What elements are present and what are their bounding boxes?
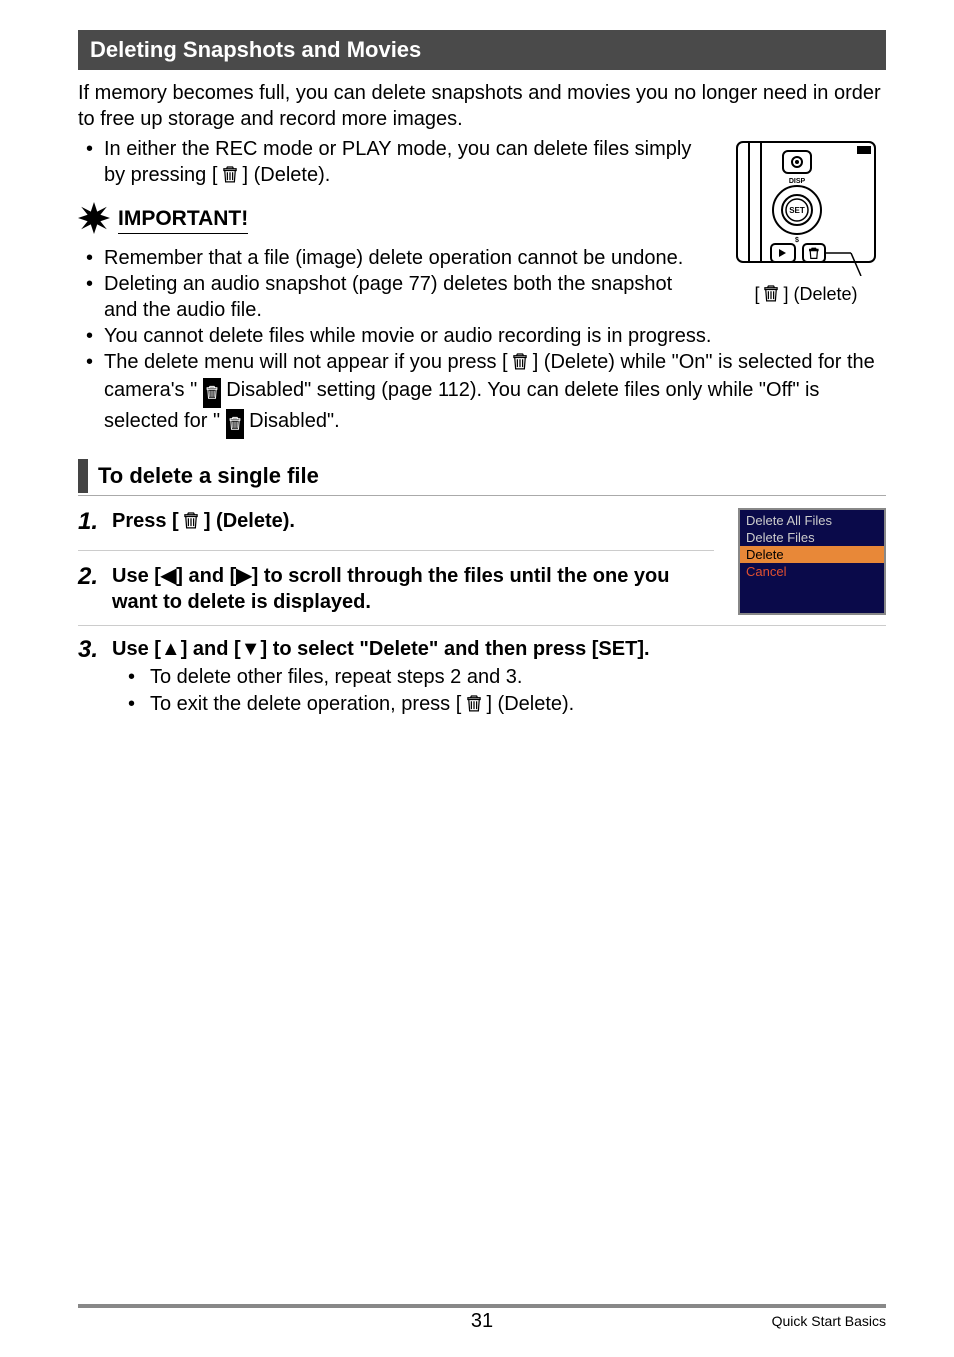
page-footer: 31 Quick Start Basics [78,1304,886,1329]
step-3-sub-2-a: To exit the delete operation, press [ [150,693,461,715]
step-3-sub-1: • To delete other files, repeat steps 2 … [78,664,886,691]
trash-icon [513,351,527,377]
step-1: 1. Press [ ] (Delete). [78,508,714,536]
subsection-title: To delete a single file [98,459,319,493]
important-item-4: • The delete menu will not appear if you… [78,349,886,439]
step-3-sub-2-b: ] (Delete). [486,693,574,715]
trash-icon [223,164,237,190]
important-item-3-text: You cannot delete files while movie or a… [104,323,711,349]
intro-bullet-text-a: In either the REC mode or PLAY mode, you… [104,138,691,186]
menu-item-delete-all: Delete All Files [740,512,884,529]
menu-item-delete-files: Delete Files [740,529,884,546]
step-3: 3. Use [▲] and [▼] to select "Delete" an… [78,636,886,664]
diagram-caption-b: ] (Delete) [784,284,858,304]
svg-text:$: $ [795,237,799,244]
important-item-1: • Remember that a file (image) delete op… [78,245,708,271]
trash-icon [467,693,481,720]
step-2-text: Use [◀] and [▶] to scroll through the fi… [112,563,714,615]
svg-text:DISP: DISP [789,178,806,185]
svg-text:SET: SET [789,206,805,215]
step-1-text-b: ] (Delete). [204,510,295,532]
important-item-1-text: Remember that a file (image) delete oper… [104,245,683,271]
trash-icon [184,510,198,536]
camera-back-illustration: DISP SET $ [726,136,886,276]
subsection-header: To delete a single file [78,459,886,496]
step-3-text: Use [▲] and [▼] to select "Delete" and t… [112,636,650,662]
step-2: 2. Use [◀] and [▶] to scroll through the… [78,563,714,615]
step-1-text-a: Press [ [112,510,179,532]
menu-item-cancel: Cancel [740,563,884,580]
step-1-number: 1. [78,508,112,536]
intro-bullet: • In either the REC mode or PLAY mode, y… [78,136,708,190]
trash-icon-inverted [203,378,221,408]
trash-icon-inverted [226,409,244,439]
section-header: Deleting Snapshots and Movies [78,30,886,70]
imp4-d: Disabled". [249,410,339,432]
page-number: 31 [78,1310,886,1333]
important-item-2: • Deleting an audio snapshot (page 77) d… [78,271,708,323]
important-item-2-text: Deleting an audio snapshot (page 77) del… [104,271,708,323]
step-3-sub-2: • To exit the delete operation, press [ … [78,691,886,720]
diagram-caption: [ ] (Delete) [726,284,886,307]
important-label: IMPORTANT! [118,207,248,234]
burst-icon [78,202,110,239]
menu-item-delete: Delete [740,546,884,563]
intro-bullet-text-b: ] (Delete). [243,164,331,186]
imp4-a: The delete menu will not appear if you p… [104,351,508,373]
delete-menu-screenshot: Delete All Files Delete Files Delete Can… [738,508,886,615]
step-3-number: 3. [78,636,112,664]
trash-icon [764,284,778,307]
intro-text: If memory becomes full, you can delete s… [78,80,886,132]
important-item-3: • You cannot delete files while movie or… [78,323,886,349]
step-2-number: 2. [78,563,112,591]
step-3-sub-1-text: To delete other files, repeat steps 2 an… [150,664,522,691]
diagram-caption-a: [ [754,284,759,304]
